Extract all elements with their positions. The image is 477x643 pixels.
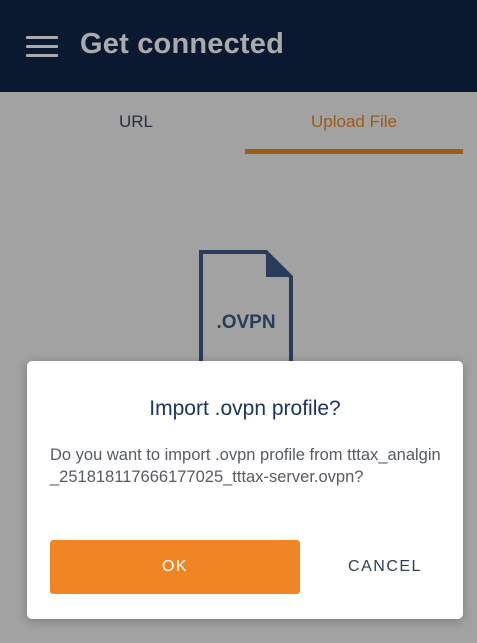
cancel-button[interactable]: CANCEL (329, 540, 441, 594)
import-profile-dialog: Import .ovpn profile? Do you want to imp… (27, 361, 463, 619)
dialog-message: Do you want to import .ovpn profile from… (50, 446, 441, 486)
dialog-title: Import .ovpn profile? (149, 397, 341, 420)
ok-button[interactable]: OK (50, 540, 300, 594)
